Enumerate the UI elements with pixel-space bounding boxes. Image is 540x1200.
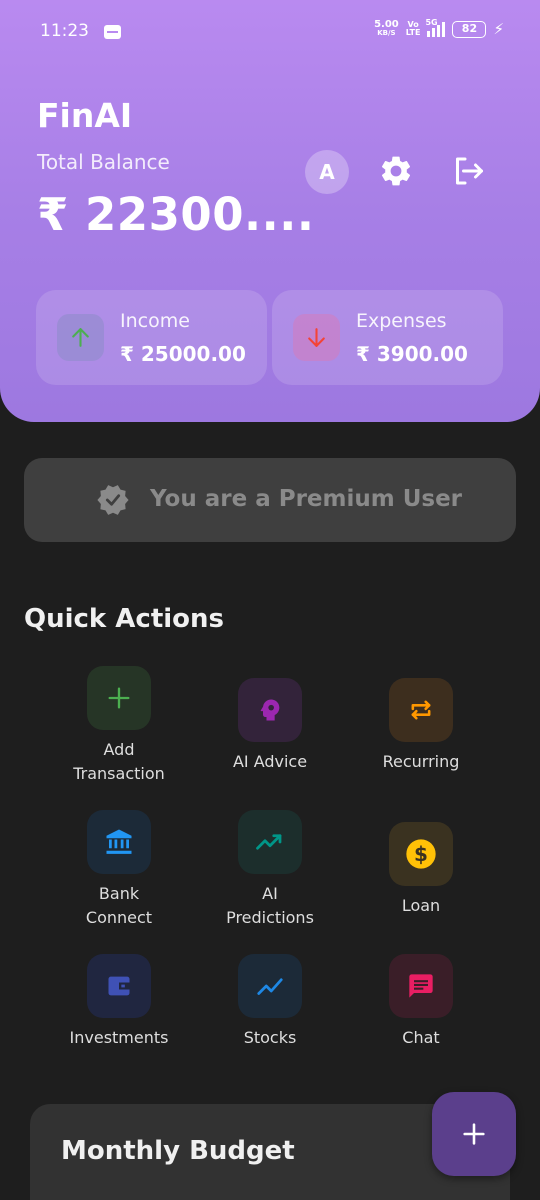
chat-icon [409, 974, 433, 998]
expenses-value: ₹ 3900.00 [356, 342, 468, 366]
logout-icon [456, 157, 483, 185]
gear-icon [381, 156, 411, 186]
income-card[interactable]: Income ₹ 25000.00 [36, 290, 267, 385]
action-label: Loan [401, 896, 441, 915]
speed-value: 5.00 [374, 19, 399, 30]
status-bar: 11:23 5.00 KB/S Vo LTE 5G 82 ⚡ [0, 0, 540, 64]
arrow-up-icon [72, 328, 89, 347]
income-label: Income [120, 310, 190, 332]
action-stocks[interactable]: Stocks [195, 954, 345, 1050]
svg-text:$: $ [414, 842, 428, 866]
wallet-icon [108, 976, 130, 996]
action-label: Bank Connect [85, 884, 153, 927]
charging-icon: ⚡ [493, 20, 504, 38]
action-chat[interactable]: Chat [346, 954, 496, 1050]
action-icon-box [87, 810, 151, 874]
app-title: FinAI [37, 96, 133, 135]
action-ai-advice[interactable]: AI Advice [195, 678, 345, 774]
brain-icon [260, 699, 280, 721]
action-icon-box [238, 810, 302, 874]
dollar-icon: $ [406, 839, 436, 869]
notification-icon [104, 25, 121, 39]
bank-icon [106, 829, 132, 854]
action-icon-box: $ [389, 822, 453, 886]
budget-title: Monthly Budget [61, 1136, 295, 1166]
expenses-label: Expenses [356, 310, 447, 332]
network-type: 5G [425, 18, 438, 27]
action-icon-box [389, 678, 453, 742]
action-label: AI Predictions [226, 884, 314, 927]
premium-banner[interactable]: You are a Premium User [24, 458, 516, 542]
action-label: Recurring [382, 752, 460, 771]
volte-bottom: LTE [405, 28, 421, 37]
plus-icon [463, 1123, 485, 1145]
action-label: AI Advice [232, 752, 308, 771]
network-speed: 5.00 KB/S [374, 20, 399, 38]
balance-value: ₹ 22300.... [37, 188, 315, 241]
quick-actions-title: Quick Actions [24, 604, 225, 634]
trending-up-icon [256, 834, 282, 850]
action-add-transaction[interactable]: Add Transaction [44, 666, 194, 786]
action-recurring[interactable]: Recurring [346, 678, 496, 774]
volte-indicator: Vo LTE [406, 21, 421, 37]
action-icon-box [87, 666, 151, 730]
add-fab-button[interactable] [432, 1092, 516, 1176]
income-value: ₹ 25000.00 [120, 342, 246, 366]
settings-button[interactable] [378, 153, 414, 189]
balance-label: Total Balance [37, 150, 170, 174]
action-icon-box [389, 954, 453, 1018]
action-investments[interactable]: Investments [44, 954, 194, 1050]
expenses-icon-box [293, 314, 340, 361]
action-bank-connect[interactable]: Bank Connect [44, 810, 194, 930]
speed-unit: KB/S [377, 29, 396, 37]
signal-icon: 5G [425, 18, 446, 37]
chart-line-icon [257, 978, 283, 995]
repeat-icon [411, 700, 431, 720]
battery-icon: 82 [452, 20, 487, 38]
expenses-card[interactable]: Expenses ₹ 3900.00 [272, 290, 503, 385]
action-icon-box [87, 954, 151, 1018]
action-icon-box [238, 954, 302, 1018]
action-label: Investments [69, 1028, 169, 1047]
premium-text: You are a Premium User [150, 486, 463, 512]
action-icon-box [238, 678, 302, 742]
status-time: 11:23 [40, 21, 89, 41]
action-label: Stocks [243, 1028, 297, 1047]
status-indicators: 5.00 KB/S Vo LTE 5G 82 ⚡ [374, 18, 504, 38]
verified-badge-icon [97, 485, 129, 515]
header-panel: 11:23 5.00 KB/S Vo LTE 5G 82 ⚡ FinAI Tot… [0, 0, 540, 422]
logout-button[interactable] [450, 153, 486, 189]
action-label: Add Transaction [73, 740, 165, 783]
action-ai-predictions[interactable]: AI Predictions [195, 810, 345, 930]
action-loan[interactable]: $ Loan [346, 822, 496, 918]
income-icon-box [57, 314, 104, 361]
avatar[interactable]: A [305, 150, 349, 194]
plus-icon [108, 687, 130, 709]
arrow-down-icon [308, 328, 325, 347]
action-label: Chat [402, 1028, 440, 1047]
